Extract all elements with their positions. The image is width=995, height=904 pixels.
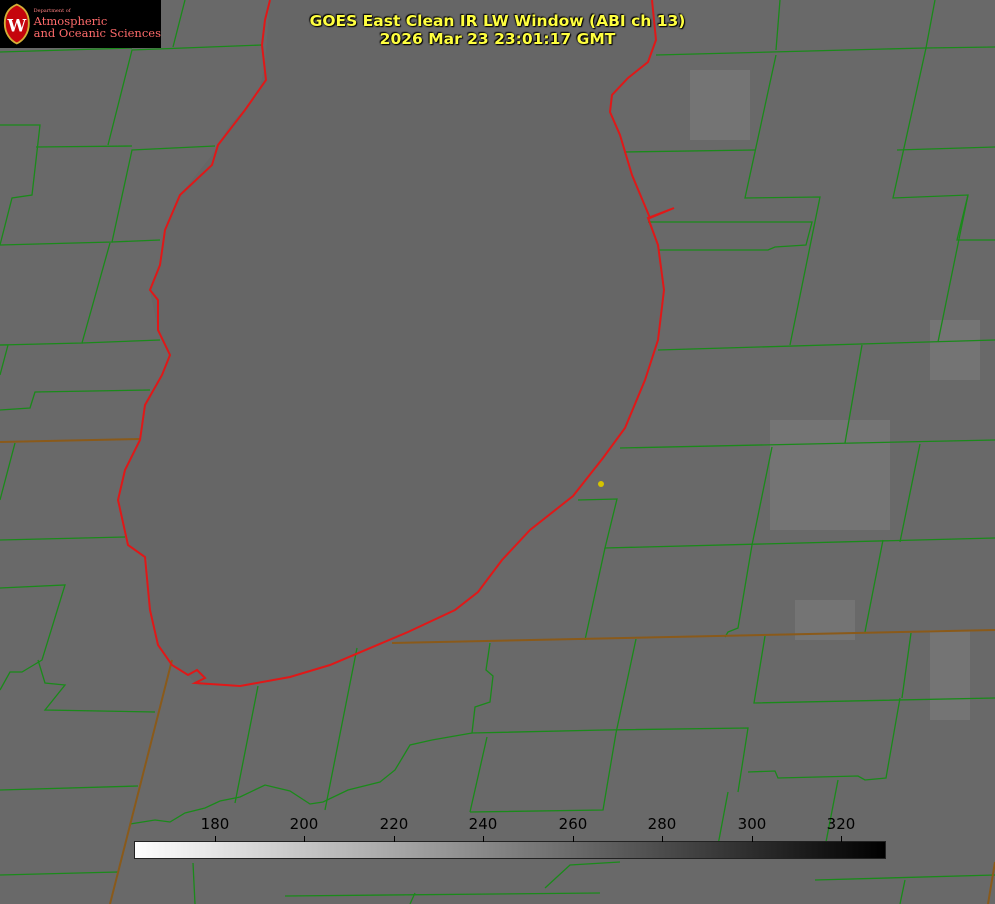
colorbar [134, 841, 886, 859]
colorbar-tick-label: 200 [289, 815, 319, 833]
cloud-patch [770, 420, 890, 530]
cloud-patch [930, 320, 980, 380]
colorbar-tick-label: 320 [826, 815, 856, 833]
colorbar-tick [841, 836, 842, 842]
logo-line-2: and Oceanic Sciences [33, 26, 161, 41]
colorbar-tick-label: 180 [200, 815, 230, 833]
university-logo: W Department of Atmospheric and Oceanic … [0, 0, 161, 48]
satellite-map [0, 0, 995, 904]
university-seal-icon: W [3, 3, 30, 45]
colorbar-tick-label: 300 [737, 815, 767, 833]
colorbar-tick [304, 836, 305, 842]
colorbar-tick-label: 260 [558, 815, 588, 833]
colorbar-tick [662, 836, 663, 842]
cloud-patch [930, 630, 970, 720]
station-marker [598, 481, 604, 487]
colorbar-tick [752, 836, 753, 842]
colorbar-tick [394, 836, 395, 842]
colorbar-tick [573, 836, 574, 842]
colorbar-tick-label: 280 [647, 815, 677, 833]
colorbar-tick [215, 836, 216, 842]
colorbar-tick-label: 240 [468, 815, 498, 833]
cloud-patch [690, 70, 750, 140]
svg-text:W: W [6, 15, 26, 35]
colorbar-tick-label: 220 [379, 815, 409, 833]
colorbar-tick [483, 836, 484, 842]
